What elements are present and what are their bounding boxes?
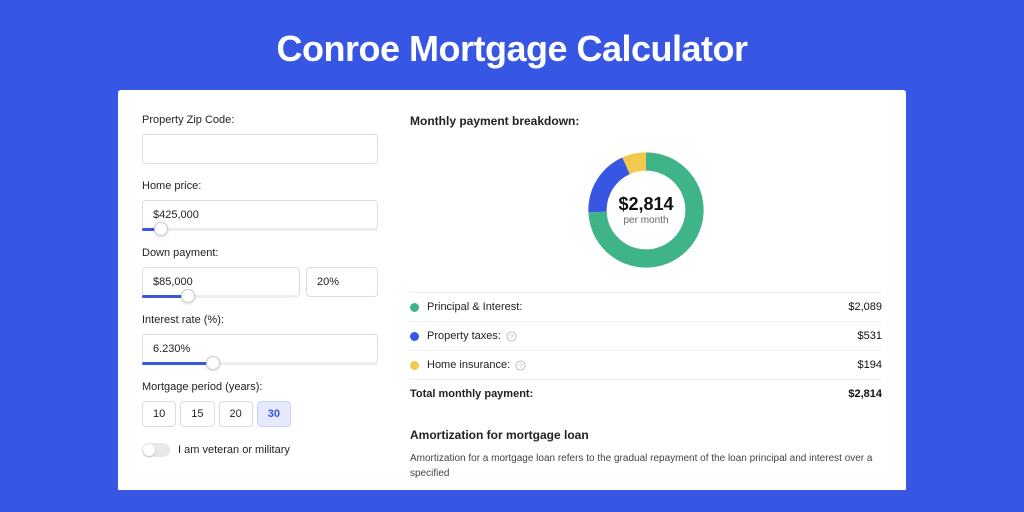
home-price-field: Home price:: [142, 180, 378, 231]
slider-thumb[interactable]: [154, 222, 168, 236]
form-panel: Property Zip Code: Home price: Down paym…: [142, 114, 402, 490]
breakdown-value-principal: $2,089: [848, 301, 882, 313]
breakdown-label-principal: Principal & Interest:: [427, 301, 522, 313]
breakdown-title: Monthly payment breakdown:: [410, 114, 882, 128]
period-btn-20[interactable]: 20: [219, 401, 253, 427]
mortgage-period-label: Mortgage period (years):: [142, 381, 378, 393]
down-payment-amount-input[interactable]: [142, 267, 300, 297]
period-btn-30[interactable]: 30: [257, 401, 291, 427]
breakdown-value-taxes: $531: [858, 330, 882, 342]
veteran-label: I am veteran or military: [178, 444, 290, 456]
breakdown-row-insurance: Home insurance: ? $194: [410, 350, 882, 379]
donut-amount: $2,814: [618, 194, 673, 215]
svg-text:?: ?: [519, 362, 523, 369]
breakdown-total-label: Total monthly payment:: [410, 388, 533, 400]
donut-sub: per month: [623, 215, 668, 226]
donut-chart-wrap: $2,814 per month: [410, 138, 882, 292]
breakdown-label-insurance: Home insurance:: [427, 359, 510, 371]
breakdown-label-taxes: Property taxes:: [427, 330, 501, 342]
interest-rate-slider[interactable]: [142, 362, 378, 365]
interest-rate-input[interactable]: [142, 334, 378, 364]
info-icon[interactable]: ?: [515, 360, 526, 371]
down-payment-field: Down payment:: [142, 247, 378, 298]
svg-text:?: ?: [510, 333, 514, 340]
zip-field: Property Zip Code:: [142, 114, 378, 164]
legend-dot-taxes: [410, 332, 419, 341]
period-btn-10[interactable]: 10: [142, 401, 176, 427]
home-price-input[interactable]: [142, 200, 378, 230]
home-price-slider[interactable]: [142, 228, 378, 231]
legend-dot-insurance: [410, 361, 419, 370]
zip-input[interactable]: [142, 134, 378, 164]
amortization-section: Amortization for mortgage loan Amortizat…: [410, 428, 882, 481]
breakdown-row-total: Total monthly payment: $2,814: [410, 379, 882, 408]
donut-center: $2,814 per month: [582, 146, 710, 274]
breakdown-value-insurance: $194: [858, 359, 882, 371]
veteran-toggle[interactable]: [142, 443, 170, 457]
page-title: Conroe Mortgage Calculator: [0, 0, 1024, 90]
down-payment-percent-input[interactable]: [306, 267, 378, 297]
slider-thumb[interactable]: [206, 356, 220, 370]
breakdown-row-taxes: Property taxes: ? $531: [410, 321, 882, 350]
calculator-card: Property Zip Code: Home price: Down paym…: [118, 90, 906, 490]
info-icon[interactable]: ?: [506, 331, 517, 342]
legend-dot-principal: [410, 303, 419, 312]
interest-rate-field: Interest rate (%):: [142, 314, 378, 365]
breakdown-total-value: $2,814: [848, 388, 882, 400]
down-payment-slider[interactable]: [142, 295, 295, 298]
zip-label: Property Zip Code:: [142, 114, 378, 126]
home-price-label: Home price:: [142, 180, 378, 192]
donut-chart: $2,814 per month: [582, 146, 710, 274]
mortgage-period-options: 10 15 20 30: [142, 401, 378, 427]
down-payment-label: Down payment:: [142, 247, 378, 259]
amortization-title: Amortization for mortgage loan: [410, 428, 882, 442]
period-btn-15[interactable]: 15: [180, 401, 214, 427]
breakdown-row-principal: Principal & Interest: $2,089: [410, 292, 882, 321]
mortgage-period-field: Mortgage period (years): 10 15 20 30: [142, 381, 378, 427]
slider-thumb[interactable]: [181, 289, 195, 303]
interest-rate-label: Interest rate (%):: [142, 314, 378, 326]
amortization-body: Amortization for a mortgage loan refers …: [410, 452, 882, 481]
breakdown-panel: Monthly payment breakdown: $2,814 per mo…: [402, 114, 882, 490]
veteran-row: I am veteran or military: [142, 443, 378, 457]
